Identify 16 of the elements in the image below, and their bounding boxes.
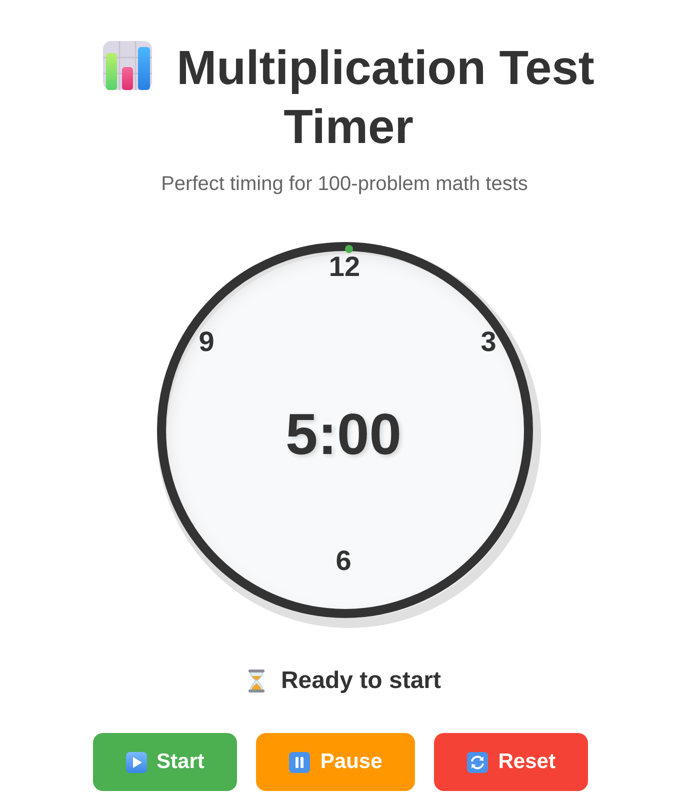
clock-number: 6 [336, 550, 352, 572]
page-title: Multiplication Test Timer [176, 42, 594, 154]
bar-chart-icon [102, 41, 152, 90]
clock-number: 9 [198, 331, 214, 353]
play-icon [126, 752, 147, 772]
clock-number: 12 [328, 256, 360, 278]
subtitle: Perfect timing for 100-problem math tests [161, 172, 528, 196]
clock-number: 3 [480, 331, 496, 353]
status-text: Ready to start [280, 667, 442, 695]
start-button[interactable]: Start [92, 733, 238, 791]
pause-button[interactable]: Pause [256, 733, 416, 791]
pause-icon [289, 752, 310, 772]
timer-display: 5:00 [285, 402, 402, 468]
hourglass-icon [248, 669, 265, 693]
refresh-icon [467, 752, 488, 772]
reset-button[interactable]: Reset [434, 733, 588, 791]
